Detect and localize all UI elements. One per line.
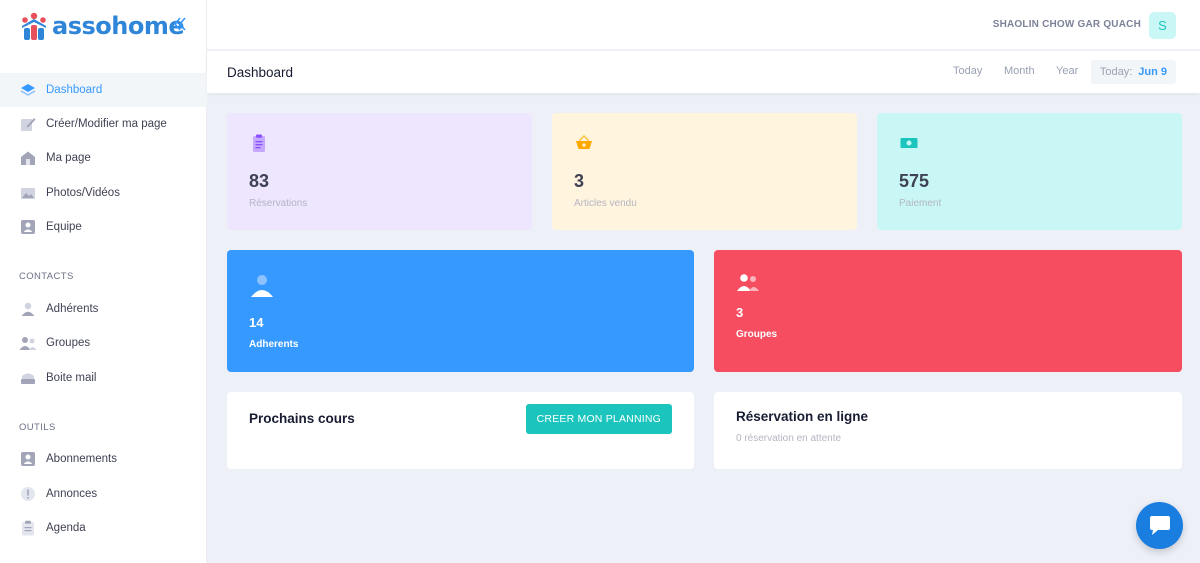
photos-icon [19,184,37,202]
basket-icon [576,134,592,149]
panel-title: Prochains cours [249,411,355,426]
clipboard-icon [19,519,37,537]
team-icon [19,218,37,236]
date-picker[interactable]: Today: Jun 9 [1090,60,1176,84]
stat-card-adherents[interactable]: 14 Adherents [227,250,694,372]
mailbox-icon [19,369,37,387]
filter-month[interactable]: Month [1004,65,1035,77]
stat-card-groupes[interactable]: 3 Groupes [714,250,1182,372]
top-header: SHAOLIN CHOW GAR QUACH S [207,0,1200,50]
edit-pencil-icon [19,115,37,133]
date-value: Jun 9 [1138,66,1167,78]
page-title: Dashboard [227,65,294,80]
sidebar-item-label: Agenda [46,522,86,534]
sidebar-item-edit-page[interactable]: Créer/Modifier ma page [0,107,207,141]
users-icon [737,274,759,291]
sidebar-item-agenda[interactable]: Agenda [0,511,207,545]
stat-card-articles[interactable]: 3 Articles vendu [552,113,857,230]
sidebar-item-annonces[interactable]: Annonces [0,477,207,511]
sidebar: assohome Dashboard Créer/Modifier ma pag… [0,0,207,563]
sidebar-item-label: Groupes [46,337,91,349]
date-label: Today: [1099,66,1133,78]
sidebar-item-abonnements[interactable]: Abonnements [0,442,207,476]
chat-bubble-icon [1149,515,1170,535]
subscription-icon [19,450,37,468]
sidebar-item-adherents[interactable]: Adhérents [0,292,207,326]
money-icon [900,138,918,148]
stat-card-reservations[interactable]: 83 Réservations [227,113,532,230]
sidebar-item-ma-page[interactable]: Ma page [0,141,207,175]
filter-year[interactable]: Year [1056,65,1078,77]
stat-label: Groupes [736,329,778,340]
sidebar-item-label: Photos/Vidéos [46,187,120,199]
subheader: Dashboard Today Month Year Today: Jun 9 [207,51,1200,93]
sidebar-item-boite-mail[interactable]: Boite mail [0,361,207,395]
create-planning-button[interactable]: CREER MON PLANNING [525,404,672,434]
sidebar-item-label: Abonnements [46,453,117,465]
sidebar-item-label: Créer/Modifier ma page [46,118,167,130]
logo-mark-icon [22,12,46,40]
panel-prochains-cours: Prochains cours CREER MON PLANNING [227,392,694,469]
user-icon [251,275,273,297]
stat-label: Réservations [249,198,308,209]
sidebar-item-label: Equipe [46,221,82,233]
sidebar-item-groupes[interactable]: Groupes [0,326,207,360]
sidebar-item-dashboard[interactable]: Dashboard [0,73,207,107]
stat-label: Paiement [899,198,942,209]
sidebar-item-equipe[interactable]: Equipe [0,210,207,244]
sidebar-item-label: Annonces [46,488,98,500]
sidebar-item-label: Dashboard [46,84,103,96]
user-icon [19,300,37,318]
stat-label: Adherents [249,339,299,350]
sidebar-item-label: Adhérents [46,303,99,315]
home-icon [19,149,37,167]
chat-button[interactable] [1136,502,1183,549]
stat-card-paiement[interactable]: 575 Paiement [877,113,1182,230]
filter-today[interactable]: Today [953,65,982,77]
stat-value: 3 [736,305,744,320]
users-icon [19,334,37,352]
clipboard-list-icon [253,134,265,152]
panel-reservation-en-ligne: Réservation en ligne 0 réservation en at… [714,392,1182,469]
panel-subtitle: 0 réservation en attente [736,433,842,444]
brand-logo[interactable]: assohome [18,6,185,46]
stat-value: 14 [249,315,264,330]
sidebar-item-label: Ma page [46,152,91,164]
stat-label: Articles vendu [574,198,637,209]
stat-value: 83 [249,171,270,191]
announcement-icon [19,485,37,503]
sidebar-item-photos[interactable]: Photos/Vidéos [0,176,207,210]
stat-value: 575 [899,171,930,191]
section-title-outils: OUTILS [19,422,56,433]
dashboard-layers-icon [19,81,37,99]
sidebar-item-label: Boite mail [46,372,97,384]
stat-value: 3 [574,171,585,191]
brand-name: assohome [52,12,185,40]
section-title-contacts: CONTACTS [19,271,74,282]
avatar[interactable]: S [1149,12,1176,39]
user-name[interactable]: SHAOLIN CHOW GAR QUACH [993,19,1141,30]
panel-title: Réservation en ligne [736,409,869,424]
collapse-sidebar-icon[interactable] [172,14,188,34]
